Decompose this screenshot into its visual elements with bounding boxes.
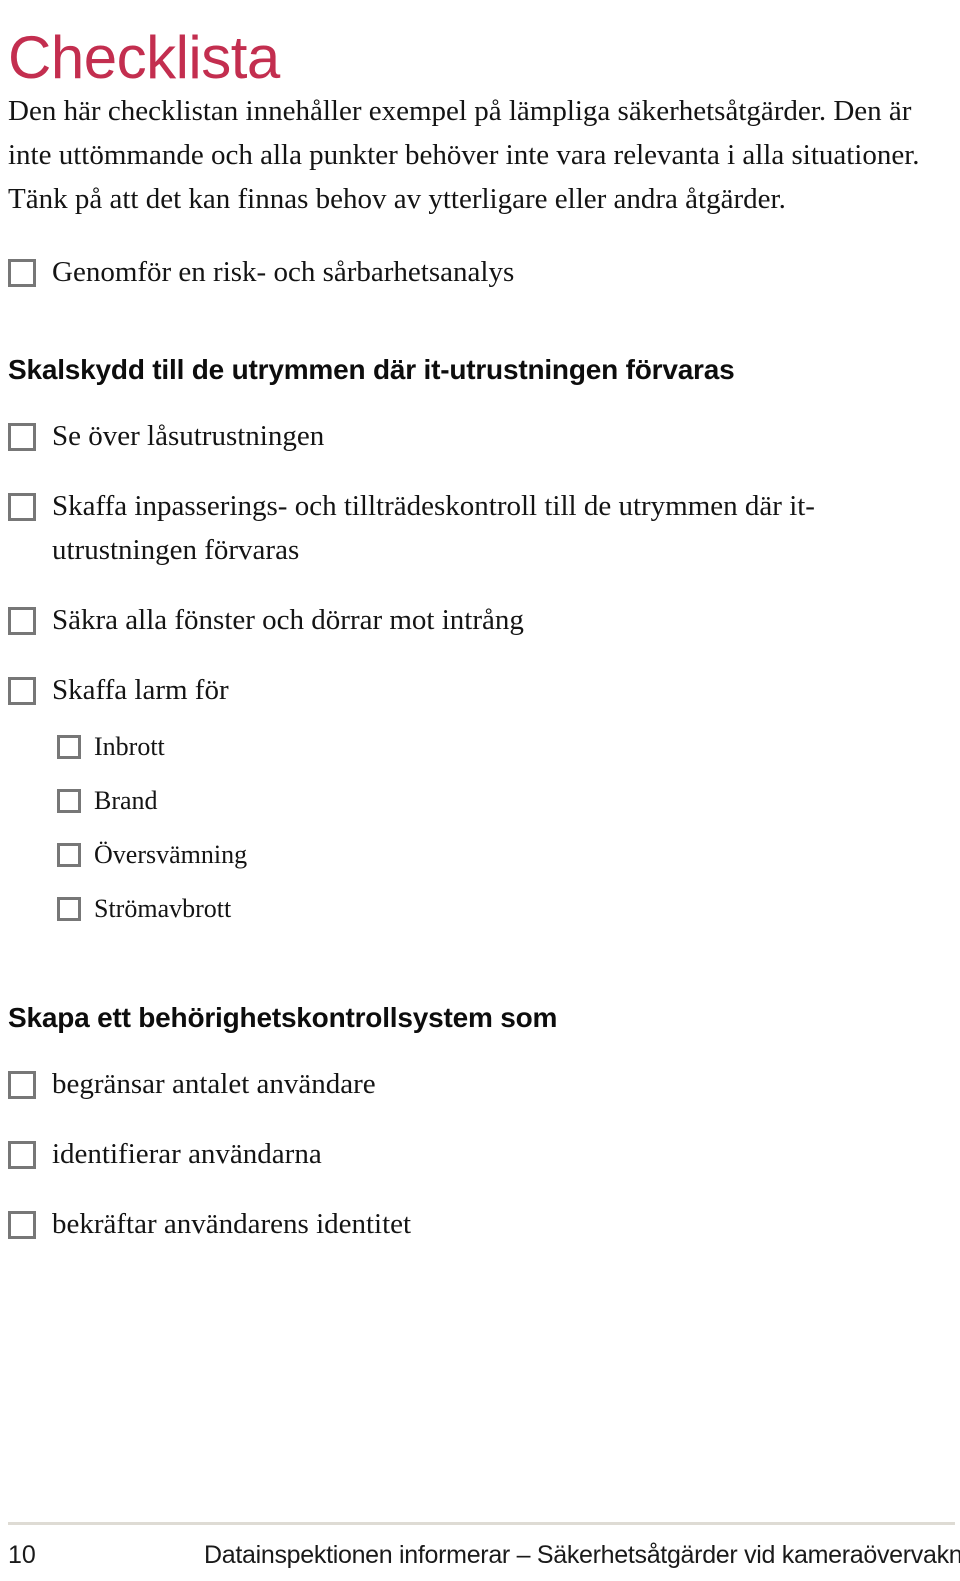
checklist-subitem[interactable]: Översvämning — [0, 836, 960, 874]
checklist-item[interactable]: Skaffa larm för — [0, 668, 960, 712]
intro-paragraph: Den här checklistan innehåller exempel p… — [8, 95, 920, 215]
checklist-item[interactable]: begränsar antalet användare — [0, 1062, 960, 1106]
checklist-item-label: Se över låsutrustningen — [52, 420, 325, 452]
checkbox-icon[interactable] — [8, 493, 36, 521]
checkbox-icon[interactable] — [57, 843, 81, 867]
section-heading: Skalskydd till de utrymmen där it-utrust… — [8, 354, 735, 385]
footer-text: Datainspektionen informerar – Säkerhetså… — [204, 1541, 960, 1569]
checkbox-icon[interactable] — [8, 1211, 36, 1239]
checklist-item[interactable]: Skaffa inpasserings- och tillträdeskontr… — [0, 484, 960, 572]
checklist-subitem-label: Strömavbrott — [94, 894, 232, 923]
checkbox-icon[interactable] — [8, 677, 36, 705]
checkbox-icon[interactable] — [8, 1141, 36, 1169]
checklist-item[interactable]: identifierar användarna — [0, 1132, 960, 1176]
checklist-item-label: Skaffa inpasserings- och tillträdeskontr… — [52, 490, 815, 566]
checkbox-icon[interactable] — [8, 259, 36, 287]
checklist-item[interactable]: Genomför en risk- och sårbarhetsanalys — [0, 250, 960, 294]
checklist-item[interactable]: bekräftar användarens identitet — [0, 1202, 960, 1246]
checkbox-icon[interactable] — [57, 789, 81, 813]
checklist-item-label: Skaffa larm för — [52, 674, 229, 706]
checkbox-icon[interactable] — [57, 897, 81, 921]
checklist-item[interactable]: Se över låsutrustningen — [0, 414, 960, 458]
checkbox-icon[interactable] — [8, 1071, 36, 1099]
checklist-item-label: bekräftar användarens identitet — [52, 1208, 412, 1240]
checklist-item[interactable]: Säkra alla fönster och dörrar mot intrån… — [0, 598, 960, 642]
checklist-subitem-label: Brand — [94, 786, 158, 815]
checkbox-icon[interactable] — [8, 607, 36, 635]
checkbox-icon[interactable] — [57, 735, 81, 759]
document-page: Checklista Den här checklistan innehålle… — [0, 0, 960, 1581]
checklist-subitem-label: Översvämning — [94, 840, 248, 869]
section-heading: Skapa ett behörighetskontrollsystem som — [8, 1002, 558, 1033]
checklist-item-label: Genomför en risk- och sårbarhetsanalys — [52, 256, 515, 288]
checklist: Genomför en risk- och sårbarhetsanalys S… — [0, 250, 960, 1246]
footer-divider — [8, 1522, 955, 1525]
page-title: Checklista — [8, 24, 280, 92]
checklist-subitem[interactable]: Strömavbrott — [0, 890, 960, 928]
checklist-item-label: begränsar antalet användare — [52, 1068, 376, 1100]
checklist-subitem-label: Inbrott — [94, 732, 165, 761]
checklist-item-label: identifierar användarna — [52, 1138, 322, 1170]
checklist-item-label: Säkra alla fönster och dörrar mot intrån… — [52, 604, 524, 636]
footer-page-number: 10 — [8, 1541, 36, 1569]
checklist-subitem[interactable]: Inbrott — [0, 728, 960, 766]
checkbox-icon[interactable] — [8, 423, 36, 451]
checklist-subitem[interactable]: Brand — [0, 782, 960, 820]
page-footer: 10 Datainspektionen informerar – Säkerhe… — [8, 1538, 960, 1572]
